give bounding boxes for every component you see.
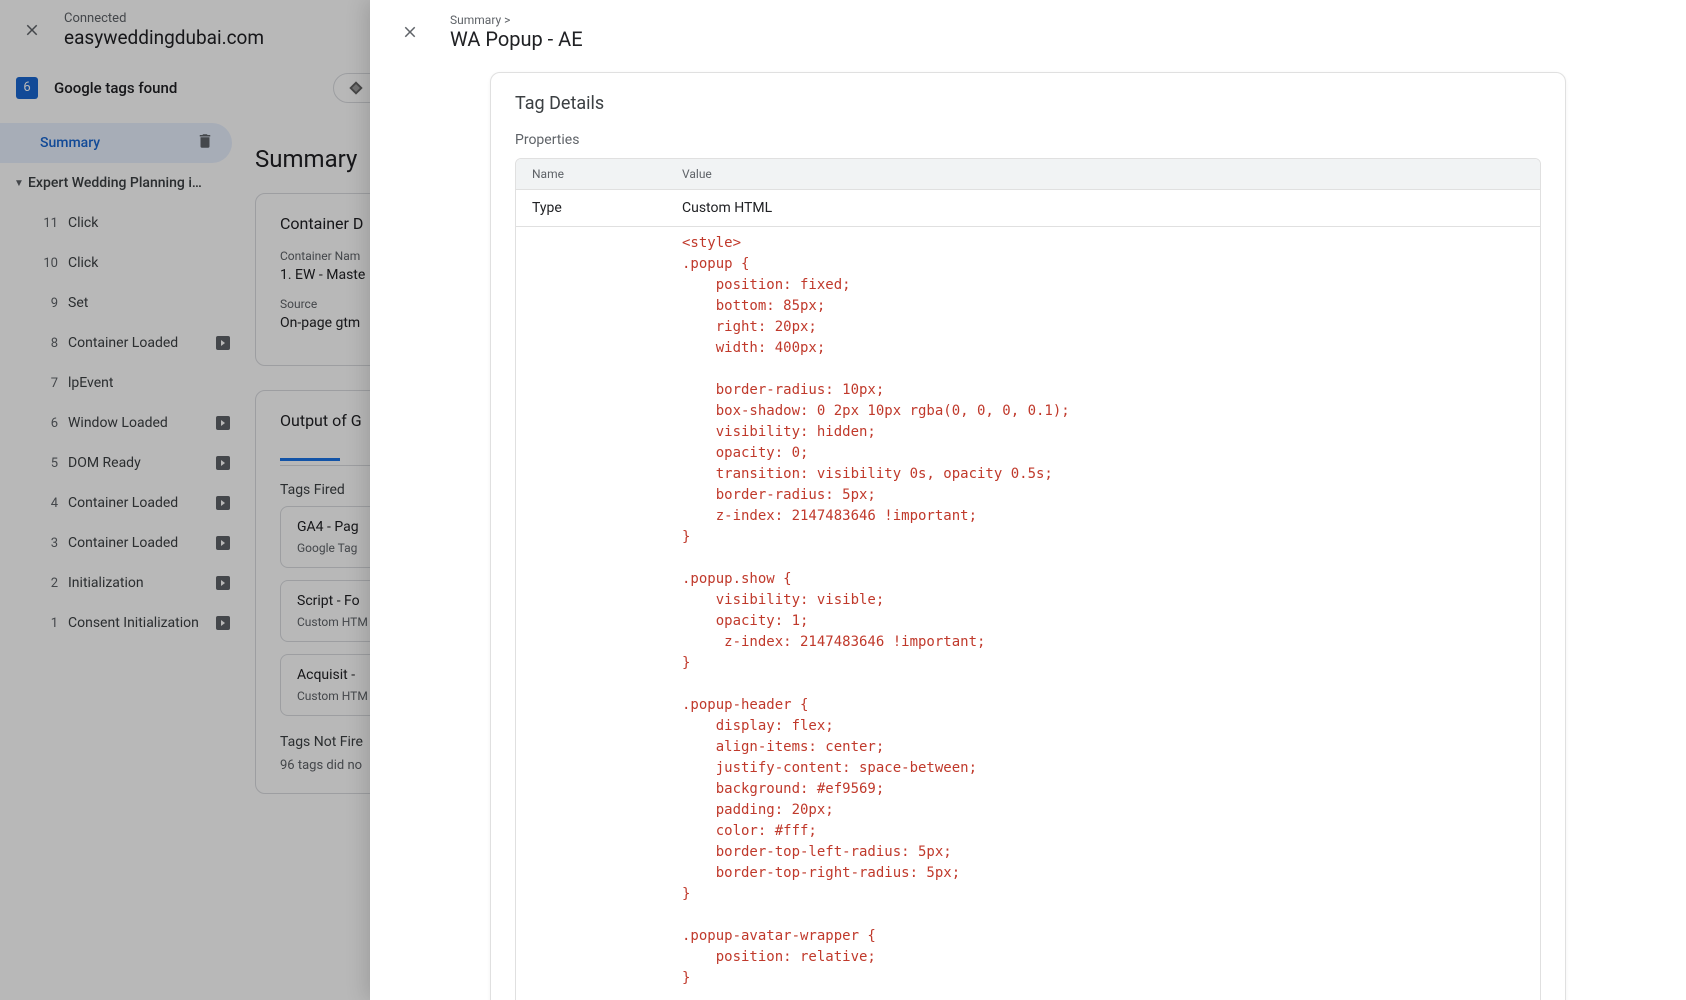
tag-details-title: Tag Details: [515, 93, 1541, 114]
table-row: Type Custom HTML: [516, 189, 1540, 226]
table-row: <style> .popup { position: fixed; bottom…: [516, 226, 1540, 1000]
code-value: <style> .popup { position: fixed; bottom…: [682, 233, 1070, 1000]
modal-backdrop[interactable]: [0, 0, 370, 1000]
properties-label: Properties: [515, 132, 1541, 148]
th-name: Name: [532, 167, 682, 181]
th-value: Value: [682, 167, 1524, 181]
panel-title: WA Popup - AE: [450, 27, 583, 51]
tag-detail-panel: Summary > WA Popup - AE Tag Details Prop…: [370, 0, 1686, 1000]
close-icon[interactable]: [390, 12, 430, 52]
tag-details-card: Tag Details Properties Name Value Type C…: [490, 72, 1566, 1000]
cell-value: Custom HTML: [682, 200, 1524, 216]
cell-name: Type: [532, 200, 682, 216]
breadcrumb[interactable]: Summary >: [450, 13, 583, 27]
properties-table: Name Value Type Custom HTML <style> .pop…: [515, 158, 1541, 1000]
